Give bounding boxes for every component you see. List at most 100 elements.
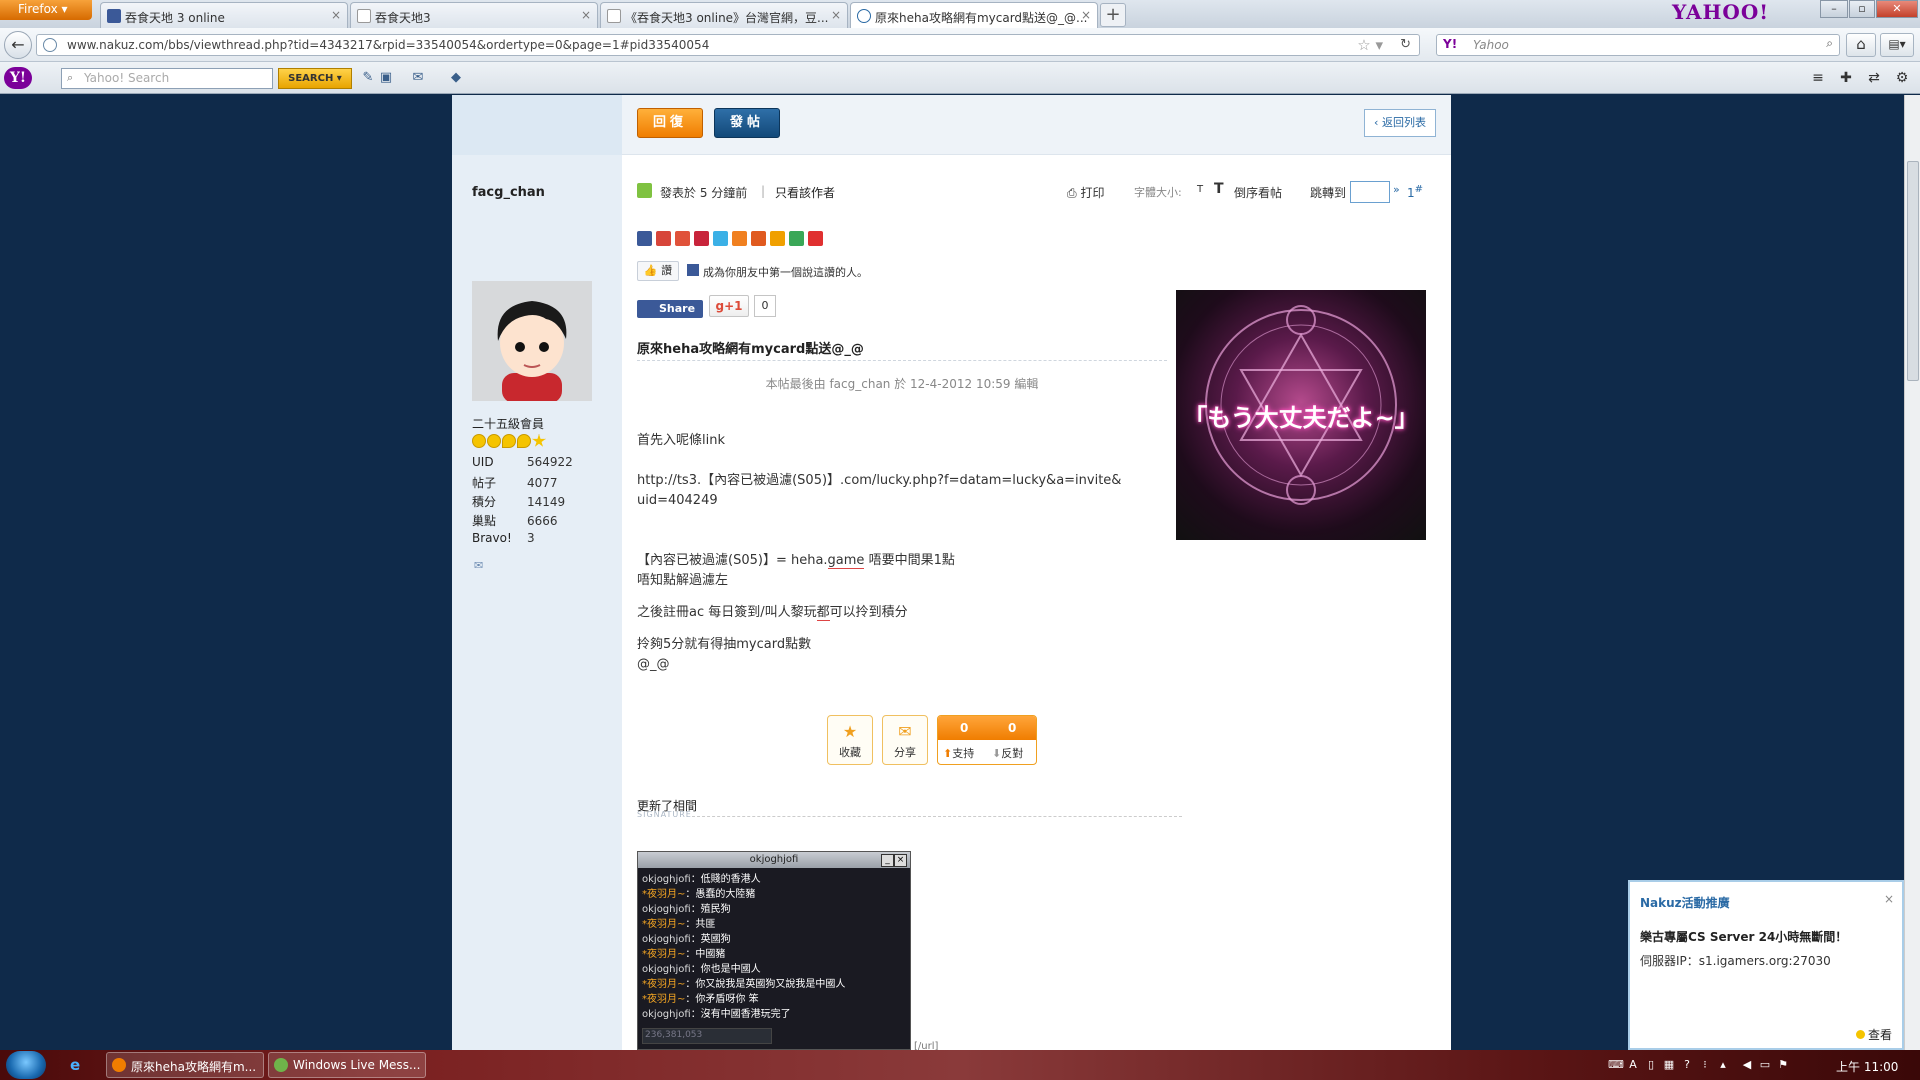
page-icon [357,9,371,23]
author-username[interactable]: facg_chan [472,185,545,200]
body-line: 首先入呢條link [637,433,725,448]
keyboard-icon[interactable]: ▯ [1644,1058,1658,1072]
games-icon[interactable]: ◆ [448,70,464,86]
facebook-like-button[interactable]: 👍 讚 [637,261,679,281]
notification-headline[interactable]: 樂古專屬CS Server 24小時無斷間！ [1640,928,1847,945]
reply-button[interactable]: 回復 [637,108,703,138]
address-bar[interactable]: www.nakuz.com/bbs/viewthread.php?tid=434… [36,34,1420,56]
show-hidden-icons[interactable]: ▴ [1716,1058,1730,1072]
bookmark-share-icon[interactable] [675,231,690,246]
close-icon[interactable]: × [581,8,591,22]
edit-note: 本帖最後由 facg_chan 於 12-4-2012 10:59 編輯 [765,377,1039,391]
chat-message: ：你也是中國人 [690,964,761,975]
reverse-order-link[interactable]: 倒序看帖 [1234,184,1282,201]
highlight-icon[interactable]: ✎ [360,70,376,86]
help-icon[interactable]: ? [1680,1058,1694,1072]
minimize-button[interactable]: – [1820,0,1848,18]
delicious-share-icon[interactable] [751,231,766,246]
font-size-large-button[interactable]: T [1214,181,1224,197]
advertisement-banner[interactable]: 「もう大丈夫だよ~」 [1176,290,1426,540]
close-icon[interactable]: × [1081,8,1091,22]
search-icon[interactable]: ⌕ [1826,36,1833,51]
body-link[interactable]: http://ts3.【內容已被過濾(S05)】.com/lucky.php?f… [637,471,1167,491]
google-share-icon[interactable] [789,231,804,246]
ime-icon[interactable]: A [1626,1058,1640,1072]
tab-4-active[interactable]: 原來heha攻略網有mycard點送@_@... × [850,2,1098,28]
language-icon[interactable]: ⌨ [1608,1058,1624,1072]
firefox-menu-button[interactable]: Firefox ▾ [0,0,92,20]
search-bar[interactable]: Y! Yahoo ⌕ [1436,34,1840,56]
weibo-share-icon[interactable] [732,231,747,246]
meta-separator: | [761,184,766,198]
start-button[interactable] [6,1051,46,1079]
stat-value[interactable]: 4077 [527,476,558,490]
font-size-small-button[interactable]: T [1197,184,1203,195]
jump-go-button[interactable]: » [1393,183,1400,196]
page-scrollbar[interactable] [1904,95,1920,1050]
pinterest-share-icon[interactable] [694,231,709,246]
yahoo-toolbar-logo[interactable]: Y! [4,67,32,89]
options-icon[interactable]: ⁝ [1698,1058,1712,1072]
notification-view-button[interactable]: 查看 [1855,1026,1892,1043]
tab-3[interactable]: 《吞食天地3 online》台灣官網，豆... × [600,2,848,28]
list-icon[interactable]: ≡ [1808,68,1828,88]
bookmark-star-icon[interactable]: ☆ ▾ [1357,36,1383,54]
google-plus-one-button[interactable]: g+1 [709,295,749,317]
oppose-count: 0 [1008,721,1017,735]
support-button[interactable]: ⬆支持 [943,745,974,761]
tab-title: 《吞食天地3 online》台灣官網，豆... [625,11,829,25]
tab-1[interactable]: 吞食天地 3 online × [100,2,348,28]
page-tools-icon[interactable]: ▣ [378,70,394,86]
ime-pad-icon[interactable]: ▦ [1662,1058,1676,1072]
addon-menu-button[interactable]: ▤▾ [1880,33,1914,57]
chat-line: *夜羽月~：你矛盾呀你 笨 [642,992,900,1007]
add-icon[interactable]: ✚ [1836,68,1856,88]
reload-icon[interactable]: ↻ [1400,37,1411,52]
mail-icon[interactable]: ✉ [410,70,426,86]
new-post-button[interactable]: 發帖 [714,108,780,138]
taskbar-item-messenger[interactable]: Windows Live Mess... [268,1052,426,1078]
oppose-button[interactable]: ⬇反對 [992,745,1023,761]
search-engine-icon[interactable]: Y! [1443,37,1457,51]
close-icon[interactable]: × [831,8,841,22]
more-share-icon[interactable] [808,231,823,246]
window-close-button[interactable]: ✕ [1876,0,1918,18]
notification-close-button[interactable]: × [1884,892,1894,906]
network-icon[interactable]: ▭ [1758,1058,1772,1072]
notification-title: Nakuz活動推廣 [1640,896,1730,910]
stat-value: 564922 [527,455,573,469]
taskbar-clock[interactable]: 上午 11:00 [1836,1058,1898,1075]
volume-icon[interactable]: ◀ [1740,1058,1754,1072]
toolbar-search-button[interactable]: SEARCH ▾ [278,68,352,89]
back-button[interactable]: ← [4,31,32,59]
plurk-share-icon[interactable] [656,231,671,246]
print-button[interactable]: ⎙ 打印 [1067,184,1104,201]
only-author-link[interactable]: 只看該作者 [775,184,835,201]
favorite-button[interactable]: ★ 收藏 [827,715,873,765]
toolbar-search-input[interactable]: ⌕ Yahoo! Search [61,68,273,89]
floor-number-link[interactable]: 1# [1407,184,1423,200]
avatar[interactable] [472,281,592,401]
scrollbar-thumb[interactable] [1907,161,1919,381]
taskbar-item-firefox[interactable]: 原來heha攻略網有m... [106,1052,264,1078]
internet-explorer-icon[interactable]: e [70,1056,88,1074]
hd-share-icon[interactable] [770,231,785,246]
tab-title: 吞食天地3 [375,11,431,25]
home-button[interactable]: ⌂ [1846,33,1876,57]
twitter-share-icon[interactable] [713,231,728,246]
settings-gear-icon[interactable]: ⚙ [1892,68,1912,88]
send-message-icon[interactable]: ✉ [474,559,483,572]
facebook-share-button[interactable]: Share [637,300,703,318]
body-link-cont[interactable]: uid=404249 [637,491,1167,511]
jump-to-floor-input[interactable] [1350,181,1390,203]
swap-icon[interactable]: ⇄ [1864,68,1884,88]
new-tab-button[interactable]: + [1100,3,1126,27]
tab-2[interactable]: 吞食天地3 × [350,2,598,28]
action-center-flag-icon[interactable]: ⚑ [1776,1058,1790,1072]
maximize-button[interactable]: ▫ [1849,0,1875,18]
facebook-share-icon[interactable] [637,231,652,246]
close-icon[interactable]: × [331,8,341,22]
share-button[interactable]: ✉ 分享 [882,715,928,765]
site-identity-icon[interactable] [43,38,57,52]
back-to-list-button[interactable]: ‹ 返回列表 [1364,109,1436,137]
